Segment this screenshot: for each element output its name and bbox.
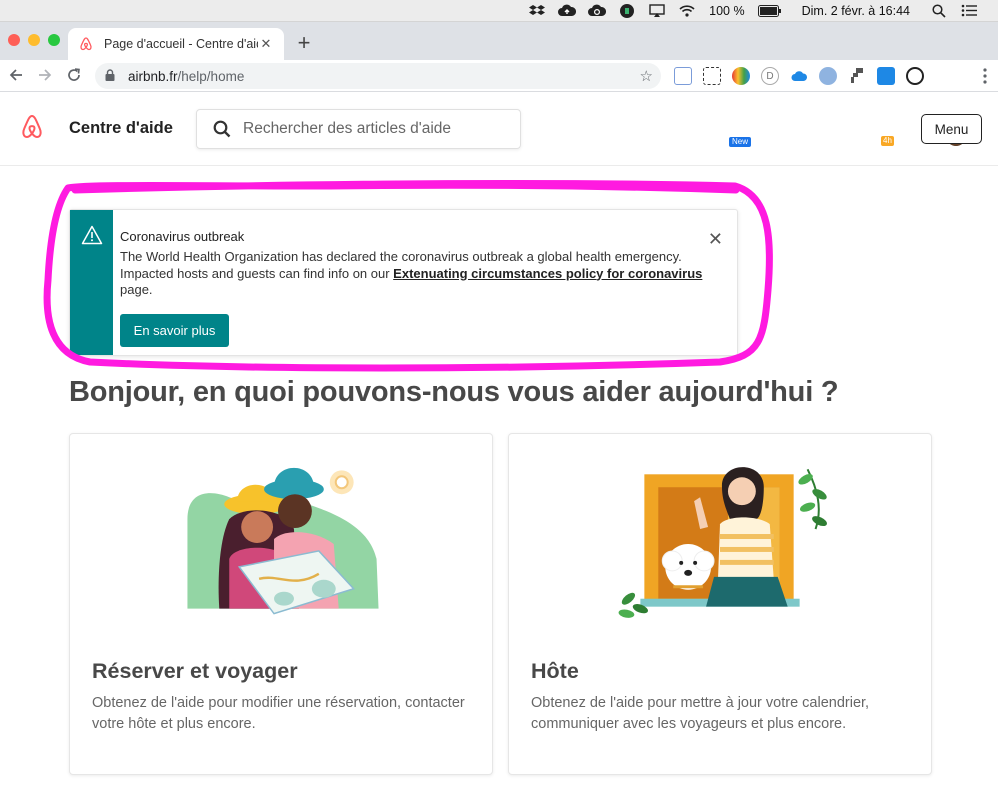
search-input[interactable] [243, 120, 503, 138]
browser-tab-active[interactable]: Page d'accueil - Centre d'aide ✕ [68, 28, 284, 60]
guest-card-description: Obtenez de l'aide pour modifier une rése… [92, 695, 465, 732]
alert-title: Coronavirus outbreak [120, 229, 245, 244]
browser-menu-icon[interactable] [975, 66, 995, 86]
new-tab-button[interactable]: + [293, 32, 315, 54]
extension-cloud-icon[interactable] [790, 67, 808, 85]
host-illustration [618, 467, 827, 618]
airbnb-favicon-icon [80, 37, 92, 51]
lock-icon[interactable] [105, 68, 119, 84]
extension-calendar-icon[interactable] [877, 67, 895, 85]
url-host: airbnb.fr [128, 68, 178, 84]
extension-pin-icon[interactable] [848, 67, 866, 85]
coronavirus-alert: Coronavirus outbreak The World Health Or… [69, 209, 738, 356]
alert-text: The World Health Organization has declar… [120, 249, 703, 299]
airbnb-logo-icon[interactable] [18, 114, 46, 144]
back-arrow-icon [9, 69, 22, 81]
battery-percent: 100 % [709, 3, 745, 18]
forward-button[interactable] [35, 65, 55, 85]
alert-body: Coronavirus outbreak The World Health Or… [113, 210, 703, 355]
extension-capture-icon[interactable] [703, 67, 721, 85]
browser-toolbar: airbnb.fr/help/home ☆ New D 4h [0, 60, 998, 147]
wifi-icon[interactable] [678, 4, 696, 18]
bookmark-star-icon[interactable]: ☆ [640, 67, 653, 85]
host-card[interactable]: Hôte Obtenez de l'aide pour mettre à jou… [508, 433, 932, 775]
notification-center-icon[interactable] [960, 4, 978, 18]
mac-menu-bar: 100 % Dim. 2 févr. à 16:44 [0, 0, 998, 22]
spotlight-search-icon[interactable] [930, 3, 948, 18]
search-icon [213, 120, 231, 138]
address-bar[interactable]: airbnb.fr/help/home ☆ [95, 63, 661, 89]
menu-button[interactable]: Menu [921, 114, 982, 144]
forward-arrow-icon [39, 69, 52, 81]
dropbox-icon[interactable] [528, 4, 546, 18]
help-center-title[interactable]: Centre d'aide [69, 119, 173, 138]
creative-cloud-icon[interactable] [588, 4, 607, 18]
alert-accent-bar [70, 210, 113, 355]
page-heading: Bonjour, en quoi pouvons-nous vous aider… [69, 376, 839, 408]
extension-d-icon[interactable]: D [761, 67, 779, 85]
close-icon[interactable]: ✕ [708, 230, 723, 248]
reload-button[interactable] [64, 65, 84, 85]
guest-card-title[interactable]: Réserver et voyager [92, 659, 298, 684]
extension-circle-icon[interactable] [906, 67, 924, 85]
guest-card[interactable]: Réserver et voyager Obtenez de l'aide po… [69, 433, 493, 775]
site-header: Centre d'aide Menu [0, 92, 998, 166]
reload-icon [68, 68, 80, 81]
browser-tab-strip: Page d'accueil - Centre d'aide ✕ + [0, 22, 998, 60]
cloud-upload-icon[interactable] [558, 4, 577, 18]
extension-compass-icon[interactable] [819, 67, 837, 85]
host-card-title[interactable]: Hôte [531, 659, 579, 684]
airplay-icon[interactable] [648, 3, 666, 18]
extension-screenshot-icon[interactable] [674, 67, 692, 85]
extenuating-circumstances-link[interactable]: Extenuating circumstances policy for cor… [393, 266, 702, 281]
travelers-illustration [187, 467, 379, 615]
alert-text-after: page. [120, 282, 153, 297]
learn-more-button[interactable]: En savoir plus [120, 313, 229, 347]
tab-close-icon[interactable]: ✕ [258, 36, 274, 52]
url-path: /help/home [177, 68, 245, 84]
extension-colorful-icon[interactable] [732, 67, 750, 85]
back-button[interactable] [6, 65, 26, 85]
clock[interactable]: Dim. 2 févr. à 16:44 [802, 4, 910, 18]
help-search-box[interactable] [196, 109, 521, 149]
window-zoom-button[interactable] [48, 34, 60, 46]
host-card-description: Obtenez de l'aide pour mettre à jour vot… [531, 695, 870, 732]
evernote-icon[interactable] [618, 3, 636, 18]
window-minimize-button[interactable] [28, 34, 40, 46]
tab-title: Page d'accueil - Centre d'aide [104, 37, 258, 51]
warning-icon [81, 225, 103, 245]
window-close-button[interactable] [8, 34, 20, 46]
battery-icon[interactable] [757, 4, 782, 18]
